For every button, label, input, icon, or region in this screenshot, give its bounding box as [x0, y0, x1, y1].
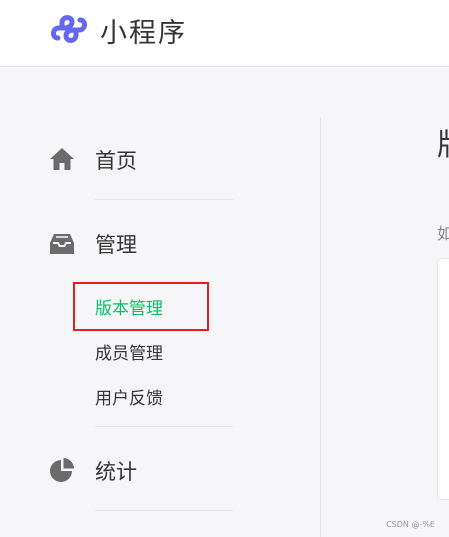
home-icon: [50, 148, 74, 170]
divider: [95, 199, 233, 200]
page-subtext: 如: [437, 224, 449, 243]
annotation-highlight-box: [73, 282, 209, 331]
sidebar-subitem-member-management[interactable]: 成员管理: [95, 339, 163, 364]
divider: [95, 510, 233, 511]
sidebar-divider: [320, 117, 321, 537]
content-card: [437, 258, 449, 500]
watermark: CSDN @-%E: [386, 520, 435, 529]
sidebar-item-home[interactable]: 首页: [95, 145, 137, 175]
app-title: 小程序: [100, 18, 187, 49]
sidebar-item-manage[interactable]: 管理: [95, 229, 137, 259]
page-title: 版: [437, 120, 449, 164]
pie-chart-icon: [50, 458, 74, 482]
mini-program-logo-icon: [51, 15, 87, 43]
divider: [95, 426, 233, 427]
top-bar: 小程序: [0, 0, 449, 67]
sidebar-subitem-user-feedback[interactable]: 用户反馈: [95, 384, 163, 409]
sidebar-item-statistics[interactable]: 统计: [95, 456, 137, 486]
inbox-icon: [50, 234, 74, 254]
